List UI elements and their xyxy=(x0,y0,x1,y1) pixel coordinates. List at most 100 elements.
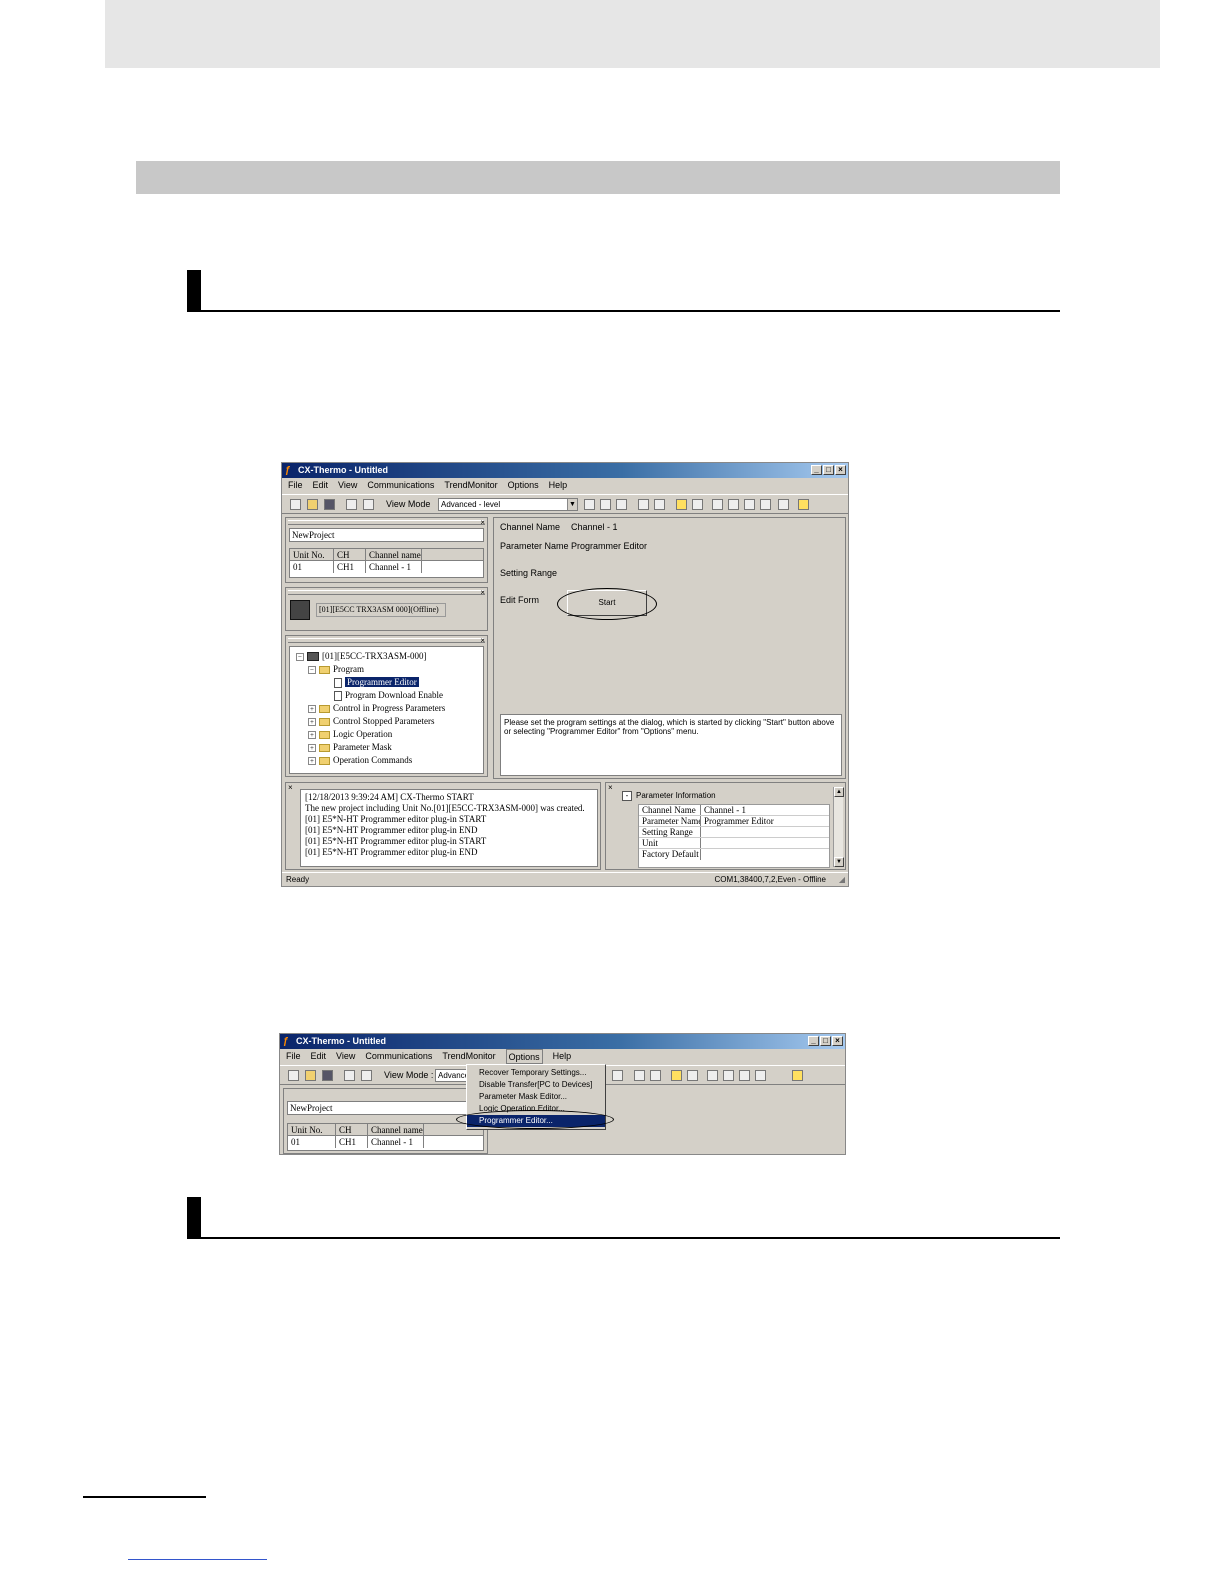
monitor-icon[interactable] xyxy=(744,499,755,510)
menu-help[interactable]: Help xyxy=(549,478,568,493)
table-row[interactable]: 01 CH1 Channel - 1 xyxy=(290,561,483,573)
table-icon[interactable] xyxy=(654,499,665,510)
expand-icon[interactable]: + xyxy=(308,717,316,726)
tree-node-parameter-mask[interactable]: + Parameter Mask xyxy=(308,741,392,753)
expand-icon[interactable]: + xyxy=(308,704,316,713)
tree-node-program[interactable]: − Program xyxy=(308,663,364,675)
scroll-up-icon[interactable]: ▲ xyxy=(834,787,844,797)
close-icon[interactable]: × xyxy=(480,518,485,527)
download-icon[interactable] xyxy=(728,499,739,510)
open-folder-icon[interactable] xyxy=(307,499,318,510)
expand-icon[interactable]: + xyxy=(308,743,316,752)
view-mode-select[interactable]: Advanced - level ▼ xyxy=(438,498,578,511)
view-mode-label: View Mode : xyxy=(384,1070,434,1080)
cx-thermo-window-main: ƒ CX-Thermo - Untitled _ □ × File Edit V… xyxy=(281,462,849,887)
menu-file[interactable]: File xyxy=(288,478,303,493)
project-name-field[interactable]: NewProject xyxy=(287,1101,484,1115)
help-icon[interactable] xyxy=(798,499,809,510)
paste-icon[interactable] xyxy=(361,1070,372,1081)
device-label[interactable]: [01][E5CC TRX3ASM 000](Offline) xyxy=(316,603,446,617)
new-file-icon[interactable] xyxy=(290,499,301,510)
project-name-field[interactable]: NewProject xyxy=(289,528,484,542)
close-icon[interactable]: × xyxy=(480,588,485,597)
maximize-button[interactable]: □ xyxy=(820,1036,831,1046)
paste-icon[interactable] xyxy=(363,499,374,510)
scroll-down-icon[interactable]: ▼ xyxy=(834,857,844,867)
collapse-icon[interactable]: − xyxy=(296,652,304,661)
menu-item-disable-transfer[interactable]: Disable Transfer[PC to Devices] xyxy=(467,1079,605,1091)
warning-icon[interactable] xyxy=(671,1070,682,1081)
upload-icon[interactable] xyxy=(707,1070,718,1081)
menu-view[interactable]: View xyxy=(336,1049,355,1064)
menu-options[interactable]: Options xyxy=(505,1049,543,1064)
expand-icon[interactable]: + xyxy=(308,730,316,739)
param-key: Channel Name xyxy=(639,805,701,815)
close-button[interactable]: × xyxy=(835,465,846,475)
unit-grid-header: Unit No. CH Channel name xyxy=(290,549,483,561)
device-icon[interactable] xyxy=(612,1070,623,1081)
compare-icon[interactable] xyxy=(692,499,703,510)
expand-icon[interactable]: + xyxy=(308,756,316,765)
monitor-icon[interactable] xyxy=(739,1070,750,1081)
tree-node-control-in-progress[interactable]: + Control in Progress Parameters xyxy=(308,702,445,714)
menu-trendmonitor[interactable]: TrendMonitor xyxy=(442,1049,495,1064)
device-icon[interactable] xyxy=(616,499,627,510)
tuning-icon[interactable] xyxy=(755,1070,766,1081)
panel-grip[interactable] xyxy=(288,520,485,525)
open-folder-icon[interactable] xyxy=(305,1070,316,1081)
menu-item-recover-temporary-settings[interactable]: Recover Temporary Settings... xyxy=(467,1067,605,1079)
page-header-band xyxy=(105,0,1160,68)
menu-view[interactable]: View xyxy=(338,478,357,493)
tuning-icon[interactable] xyxy=(760,499,771,510)
help-icon[interactable] xyxy=(792,1070,803,1081)
minimize-button[interactable]: _ xyxy=(811,465,822,475)
close-icon[interactable]: × xyxy=(480,636,485,645)
log-line: The new project including Unit No.[01][E… xyxy=(305,803,585,813)
menu-communications[interactable]: Communications xyxy=(365,1049,432,1064)
tree-node-operation-commands[interactable]: + Operation Commands xyxy=(308,754,412,766)
menu-options[interactable]: Options xyxy=(508,478,539,493)
vertical-scrollbar[interactable]: ▲ ▼ xyxy=(833,787,844,867)
close-icon[interactable]: × xyxy=(288,783,293,792)
resize-grip-icon[interactable]: ◢ xyxy=(839,873,845,886)
table-row[interactable]: 01 CH1 Channel - 1 xyxy=(288,1136,483,1148)
menu-help[interactable]: Help xyxy=(553,1049,572,1064)
maximize-button[interactable]: □ xyxy=(823,465,834,475)
minimize-button[interactable]: _ xyxy=(808,1036,819,1046)
transfer-icon[interactable] xyxy=(600,499,611,510)
tree-node-logic-operation[interactable]: + Logic Operation xyxy=(308,728,392,740)
tree-node-root[interactable]: − [01][E5CC-TRX3ASM-000] xyxy=(296,650,427,662)
tree-node-program-download[interactable]: Program Download Enable xyxy=(334,689,443,701)
compare-icon[interactable] xyxy=(687,1070,698,1081)
section-bar xyxy=(136,161,1060,194)
menu-item-parameter-mask-editor[interactable]: Parameter Mask Editor... xyxy=(467,1091,605,1103)
close-button[interactable]: × xyxy=(832,1036,843,1046)
menu-file[interactable]: File xyxy=(286,1049,301,1064)
context-help-icon[interactable] xyxy=(778,499,789,510)
menu-edit[interactable]: Edit xyxy=(311,1049,327,1064)
device-panel: × [01][E5CC TRX3ASM 000](Offline) xyxy=(285,587,488,631)
upload-icon[interactable] xyxy=(712,499,723,510)
menu-edit[interactable]: Edit xyxy=(313,478,329,493)
table-icon[interactable] xyxy=(650,1070,661,1081)
close-icon[interactable]: × xyxy=(608,783,613,792)
menu-trendmonitor[interactable]: TrendMonitor xyxy=(444,478,497,493)
save-icon[interactable] xyxy=(324,499,335,510)
grid-icon[interactable] xyxy=(638,499,649,510)
panel-grip[interactable] xyxy=(288,638,485,643)
new-file-icon[interactable] xyxy=(288,1070,299,1081)
tree-node-control-stopped[interactable]: + Control Stopped Parameters xyxy=(308,715,434,727)
tree-node-programmer-editor[interactable]: Programmer Editor xyxy=(334,676,419,688)
cx-thermo-app-icon: ƒ xyxy=(283,1036,289,1047)
collapse-icon[interactable]: − xyxy=(308,665,316,674)
grid-icon[interactable] xyxy=(634,1070,645,1081)
connect-icon[interactable] xyxy=(584,499,595,510)
warning-icon[interactable] xyxy=(676,499,687,510)
collapse-icon[interactable]: - xyxy=(622,791,632,801)
copy-icon[interactable] xyxy=(344,1070,355,1081)
menu-communications[interactable]: Communications xyxy=(367,478,434,493)
download-icon[interactable] xyxy=(723,1070,734,1081)
save-icon[interactable] xyxy=(322,1070,333,1081)
panel-grip[interactable] xyxy=(288,590,485,595)
copy-icon[interactable] xyxy=(346,499,357,510)
